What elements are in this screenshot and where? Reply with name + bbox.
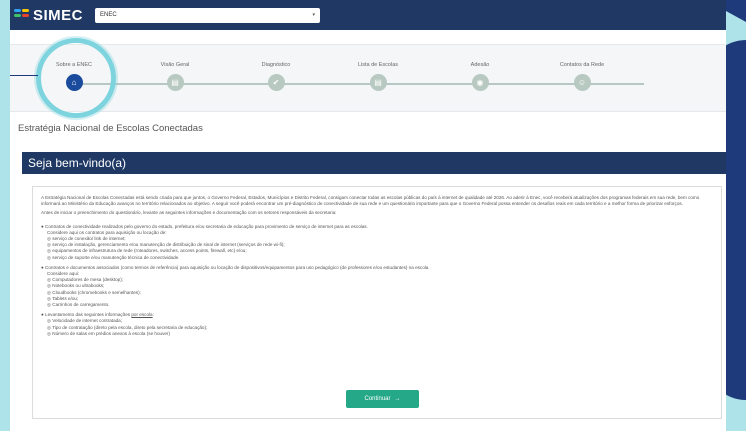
- simec-logo[interactable]: SIMEC: [14, 7, 83, 24]
- step-label: Diagnóstico: [261, 62, 291, 68]
- check-icon: ✔: [267, 74, 285, 91]
- step-label: Contatos da Rede: [559, 62, 605, 68]
- document-icon: ▤: [166, 74, 184, 91]
- step-label: Lista de Escolas: [357, 62, 399, 68]
- focus-highlight-ring: [36, 38, 116, 118]
- step-contatos-da-rede[interactable]: Contatos da Rede ☺: [537, 62, 627, 91]
- list-icon: ▤: [369, 74, 387, 91]
- chevron-down-icon: ▾: [312, 12, 316, 18]
- list-item: ◎ Número de salas em prédios anexos à es…: [47, 330, 170, 336]
- step-visao-geral[interactable]: Visão Geral ▤: [130, 62, 220, 91]
- connectivity-contracts-section: ● Contratos de conectividade realizados …: [41, 224, 713, 261]
- continue-label: Continuar: [364, 396, 391, 402]
- welcome-banner: Seja bem-vindo(a): [22, 152, 726, 174]
- step-diagnostico[interactable]: Diagnóstico ✔: [231, 62, 321, 91]
- stepper: Sobre a ENEC ⌂ Visão Geral ▤ Diagnóstico…: [10, 44, 726, 112]
- heading-suffix: :: [152, 312, 154, 318]
- pointer-line: [10, 75, 38, 76]
- continue-button[interactable]: Continuar →: [346, 390, 419, 408]
- school-info-section: ● Levantamento das seguintes informações…: [41, 312, 713, 337]
- step-adesao[interactable]: Adesão ◉: [435, 62, 525, 91]
- backdrop-left: [0, 0, 10, 431]
- app-window: SIMEC ENEC ▾ Sobre a ENEC ⌂ Visão Geral …: [10, 0, 726, 431]
- module-select[interactable]: ENEC ▾: [95, 7, 321, 23]
- logo-mark-icon: [14, 8, 30, 22]
- step-label: Adesão: [470, 62, 490, 68]
- users-icon: ☺: [573, 74, 591, 91]
- logo-text: SIMEC: [33, 6, 84, 24]
- page-title: Estratégia Nacional de Escolas Conectada…: [18, 123, 203, 134]
- module-select-value: ENEC: [100, 12, 117, 18]
- heading-prefix: ● Levantamento das seguintes informações: [41, 312, 132, 318]
- eye-icon: ◉: [471, 74, 489, 91]
- heading-emphasis: por escola: [131, 312, 153, 318]
- intro-instructions: Antes de iniciar o preenchimento do ques…: [41, 210, 337, 216]
- top-bar: SIMEC ENEC ▾: [10, 0, 726, 30]
- devices-contracts-section: ● Contratos e documentos associados (com…: [41, 265, 713, 308]
- step-lista-de-escolas[interactable]: Lista de Escolas ▤: [333, 62, 423, 91]
- intro-panel: A Estratégia Nacional de Escolas Conecta…: [32, 186, 722, 419]
- arrow-right-icon: →: [394, 396, 401, 402]
- step-label: Visão Geral: [160, 62, 190, 68]
- intro-paragraph: A Estratégia Nacional de Escolas Conecta…: [41, 195, 700, 207]
